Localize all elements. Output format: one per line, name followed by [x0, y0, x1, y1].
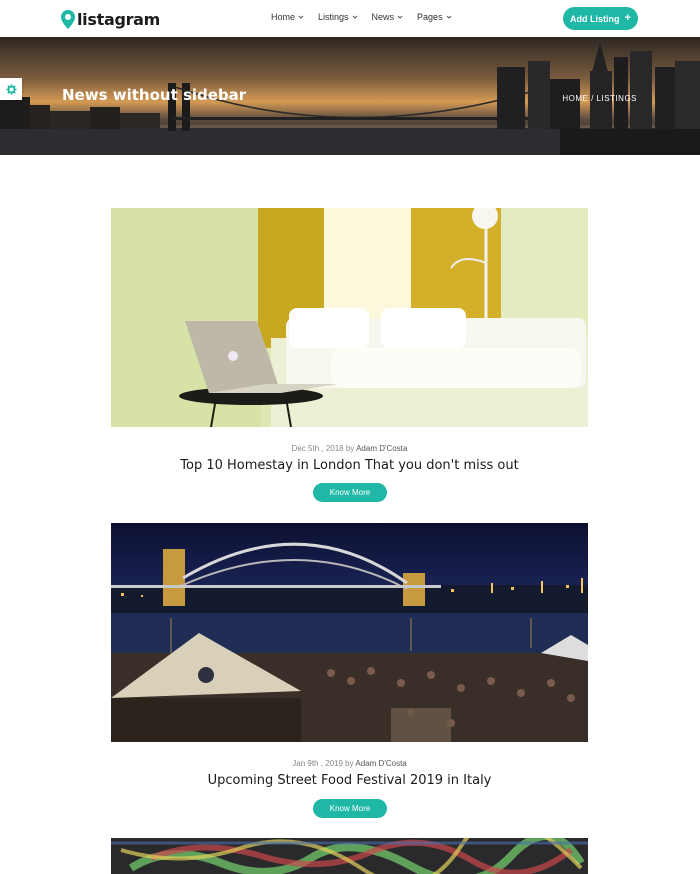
- nav-item-listings[interactable]: Listings: [318, 12, 358, 22]
- chevron-down-icon: [298, 15, 304, 19]
- post-date: Jan 9th , 2019 by: [292, 759, 354, 768]
- nav-label: News: [371, 12, 395, 22]
- post-author[interactable]: Adam D'Costa: [355, 759, 406, 768]
- chevron-down-icon: [352, 15, 357, 19]
- chevron-down-icon: [446, 15, 451, 19]
- post-title[interactable]: Upcoming Street Food Festival 2019 in It…: [111, 773, 588, 788]
- know-more-button[interactable]: Know More: [313, 483, 387, 502]
- post-date: Dec 5th , 2018 by: [291, 444, 355, 453]
- post-meta: Dec 5th , 2018 by Adam D'Costa: [111, 444, 588, 453]
- site-header: listagram Home Listings News Pages Add L…: [0, 0, 700, 37]
- brand-name: listagram: [77, 9, 161, 29]
- add-listing-label: Add Listing: [570, 13, 620, 24]
- logo[interactable]: listagram: [61, 8, 160, 30]
- hotel-room-photo: [111, 208, 588, 427]
- nav-label: Listings: [318, 12, 349, 22]
- post-author[interactable]: Adam D'Costa: [356, 444, 407, 453]
- map-pin-icon: [61, 9, 75, 29]
- main-nav: Home Listings News Pages: [271, 12, 452, 22]
- add-listing-button[interactable]: Add Listing +: [563, 7, 638, 30]
- nav-item-pages[interactable]: Pages: [417, 12, 452, 22]
- breadcrumb[interactable]: HOME / LISTINGS: [562, 94, 637, 103]
- nav-item-home[interactable]: Home: [271, 12, 304, 22]
- settings-toggle[interactable]: [0, 78, 22, 100]
- sydney-harbour-night-photo: [111, 523, 588, 742]
- post-title[interactable]: Top 10 Homestay in London That you don't…: [111, 458, 588, 473]
- chevron-down-icon: [397, 15, 403, 19]
- post-image-graffiti[interactable]: [111, 838, 588, 874]
- know-more-button[interactable]: Know More: [313, 799, 387, 818]
- post-meta: Jan 9th , 2019 by Adam D'Costa: [111, 759, 588, 768]
- post-image-hotel-room[interactable]: [111, 208, 588, 427]
- page-title: News without sidebar: [62, 86, 247, 104]
- nav-label: Home: [271, 12, 296, 22]
- graffiti-wall-photo: [111, 838, 588, 874]
- nav-item-news[interactable]: News: [372, 12, 404, 22]
- post-image-harbour-night[interactable]: [111, 523, 588, 742]
- gear-icon: [5, 83, 17, 95]
- plus-icon: +: [624, 12, 631, 24]
- nav-label: Pages: [417, 12, 443, 22]
- page-hero: News without sidebar HOME / LISTINGS: [0, 37, 700, 155]
